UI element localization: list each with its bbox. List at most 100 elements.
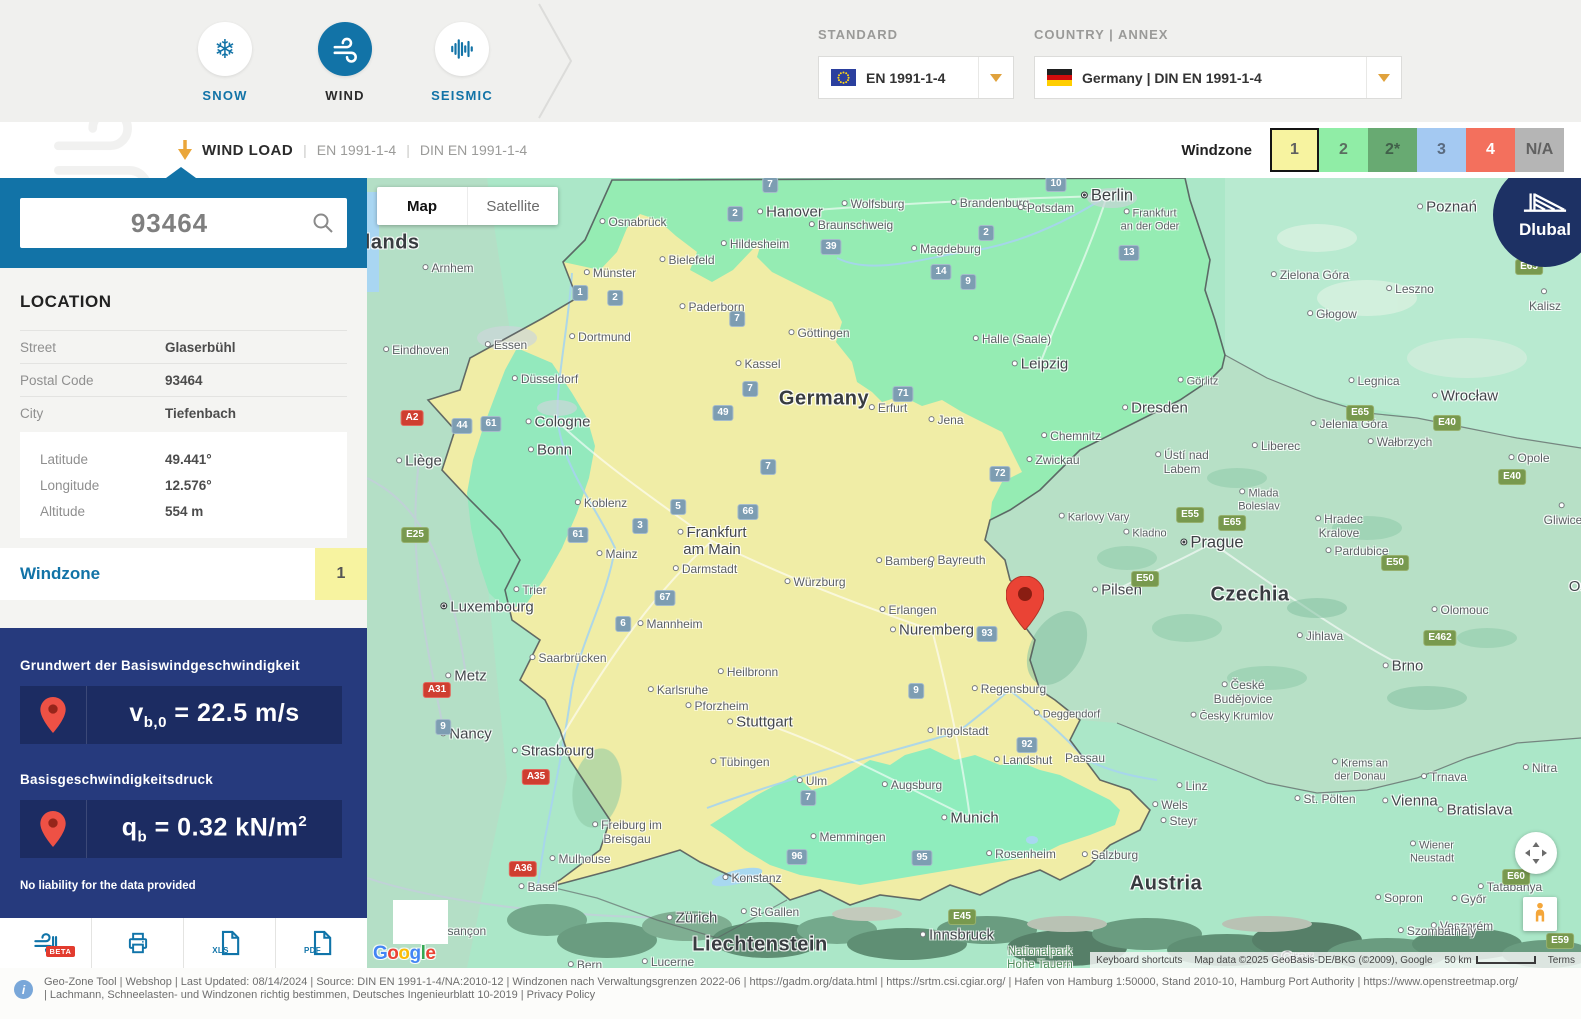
tab-seismic-label: SEISMIC <box>431 88 493 103</box>
windzone-legend-cell[interactable]: N/A <box>1515 128 1564 172</box>
road-badge: E25 <box>401 527 429 543</box>
windzone-legend-cell[interactable]: 1 <box>1270 128 1319 172</box>
road-badge: A36 <box>508 861 538 877</box>
road-badge: 72 <box>989 466 1011 482</box>
road-badge: A35 <box>521 769 551 785</box>
windzone-legend-cell[interactable]: 4 <box>1466 128 1515 172</box>
road-badge: 95 <box>911 850 933 866</box>
velocity-pressure-card: qb = 0.32 kN/m2 <box>20 800 342 858</box>
header: ❄ SNOW WIND SEISMIC STANDARD EN 1991-1-4… <box>0 0 1581 122</box>
road-badge: 96 <box>786 849 808 865</box>
beta-badge: BETA <box>45 946 76 957</box>
location-row: Street Glaserbühl <box>20 330 347 363</box>
road-badge: 3 <box>632 518 648 534</box>
road-badge: E59 <box>1546 933 1574 949</box>
road-badge: 7 <box>729 311 745 327</box>
windzone-legend-cell[interactable]: 2 <box>1319 128 1368 172</box>
road-badge: E40 <box>1498 469 1526 485</box>
road-badge: E65 <box>1218 515 1246 531</box>
windzone-legend-cell[interactable]: 2* <box>1368 128 1417 172</box>
eu-flag-icon <box>831 69 856 86</box>
road-badge: E50 <box>1131 571 1159 587</box>
privacy-policy-link[interactable]: Privacy Policy <box>527 989 595 1001</box>
printer-icon <box>128 932 147 954</box>
road-badge: 61 <box>480 416 502 432</box>
location-title: LOCATION <box>20 292 112 311</box>
pdf-label: PDF <box>304 945 321 955</box>
map-pin <box>1005 575 1045 635</box>
road-badge: 49 <box>712 405 734 421</box>
breadcrumb-chevron <box>538 3 573 119</box>
road-badge: 67 <box>654 590 676 606</box>
road-badge: A31 <box>422 682 452 698</box>
map-type-map-button[interactable]: Map <box>377 187 467 225</box>
road-badge: 39 <box>820 239 842 255</box>
road-badge: 7 <box>800 790 816 806</box>
windzone-legend-cell[interactable]: 3 <box>1417 128 1466 172</box>
coordinate-row: Longitude 12.576° <box>40 477 212 493</box>
terms-link[interactable]: Terms <box>1548 955 1575 966</box>
standard-label: STANDARD <box>818 27 898 42</box>
separator: | <box>406 142 410 158</box>
basic-wind-speed-value: vb,0 = 22.5 m/s <box>129 699 300 731</box>
map-pin-icon <box>40 811 66 847</box>
location-rows: Street Glaserbühl Postal Code 93464 City Ti… <box>20 330 347 429</box>
geo-zone-tool-app: { "header": { "tabs": [ {"label": "SNOW"… <box>0 0 1581 1019</box>
location-row: City Tiefenbach <box>20 396 347 429</box>
wind-watermark-icon <box>54 122 150 178</box>
standard-value: EN 1991-1-4 <box>866 69 946 86</box>
street-view-pegman[interactable] <box>1523 897 1557 931</box>
road-badge: 13 <box>1118 245 1140 261</box>
footer-line1: Geo-Zone Tool | Webshop | Last Updated: … <box>44 976 1519 988</box>
road-badge: E462 <box>1423 630 1457 646</box>
search-icon[interactable] <box>311 211 335 235</box>
windzone-result-label: Windzone <box>20 564 101 583</box>
road-badge: 7 <box>762 178 778 193</box>
tab-wind[interactable]: WIND <box>285 0 405 103</box>
road-badge: 61 <box>567 527 589 543</box>
keyboard-shortcuts-link[interactable]: Keyboard shortcuts <box>1096 955 1182 966</box>
bridge-icon <box>1523 193 1567 212</box>
windzone-legend: 1 2 2* 3 4 N/A <box>1270 128 1564 172</box>
road-badge: E50 <box>1381 555 1409 571</box>
tab-wind-label: WIND <box>325 88 365 103</box>
road-badge: 93 <box>976 626 998 642</box>
four-way-arrows-icon <box>1525 842 1547 864</box>
coordinate-row: Altitude 554 m <box>40 503 204 519</box>
map-canvas[interactable]: NetherlandsArnhemOsnabrückMünsterBielefe… <box>367 178 1581 968</box>
velocity-pressure-value: qb = 0.32 kN/m2 <box>121 812 308 846</box>
search-input[interactable] <box>20 198 347 248</box>
wind-results-panel: Grundwert der Basiswindgeschwindigkeit v… <box>0 628 367 918</box>
road-badge: 2 <box>978 225 994 241</box>
map-badges-layer: 7 10 2 2 39 13 14 9 1 2 7 7 71 49 44 61 7 72 5 66 3 61 67 6 93 9 9… <box>367 178 1581 968</box>
export-xls-button[interactable]: XLS <box>184 918 276 968</box>
wind-beta-button[interactable]: BETA <box>0 918 92 968</box>
windload-annex: DIN EN 1991-1-4 <box>419 142 528 158</box>
tab-snow[interactable]: ❄ SNOW <box>165 0 285 103</box>
road-badge: 92 <box>1016 737 1038 753</box>
separator: | <box>303 142 307 158</box>
road-badge: E45 <box>948 909 976 925</box>
print-button[interactable] <box>92 918 184 968</box>
road-badge: 14 <box>930 264 952 280</box>
map-tile-blank <box>393 900 448 944</box>
map-scale: 50 km <box>1445 955 1536 966</box>
export-toolbar: BETA XLS PDF <box>0 918 367 968</box>
google-logo[interactable]: Google <box>373 943 436 965</box>
tab-seismic[interactable]: SEISMIC <box>402 0 522 103</box>
standard-dropdown[interactable]: EN 1991-1-4 <box>818 56 1014 99</box>
chevron-down-icon <box>990 73 1002 82</box>
road-badge: E55 <box>1176 507 1204 523</box>
tab-snow-label: SNOW <box>202 88 248 103</box>
pegman-icon <box>1535 902 1545 922</box>
map-type-satellite-button[interactable]: Satellite <box>467 187 558 225</box>
road-badge: 71 <box>892 386 914 402</box>
info-icon: i <box>14 980 33 999</box>
basic-wind-speed-heading: Grundwert der Basiswindgeschwindigkeit <box>20 658 300 673</box>
footer-line2: | Lachmann, Schneelasten- und Windzonen … <box>44 989 596 1001</box>
windload-standard: EN 1991-1-4 <box>316 142 397 158</box>
pan-control[interactable] <box>1515 832 1557 874</box>
country-dropdown[interactable]: Germany | DIN EN 1991-1-4 <box>1034 56 1402 99</box>
coordinates-card: Latitude 49.441° Longitude 12.576° Altitud… <box>20 432 347 538</box>
export-pdf-button[interactable]: PDF <box>276 918 367 968</box>
